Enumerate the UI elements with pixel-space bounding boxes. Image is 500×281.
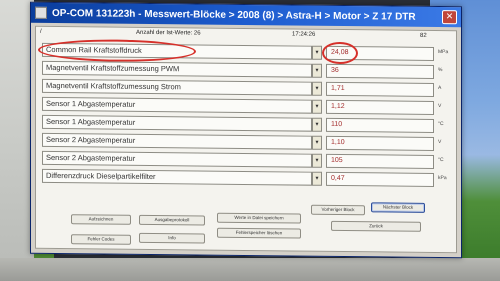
parameter-select[interactable]: Sensor 2 Abgastemperatur <box>42 132 312 150</box>
parameter-value: 1,10 <box>326 135 434 151</box>
opcom-window: OP-COM 131223h - Messwert-Blöcke > 2008 … <box>30 1 462 259</box>
info-button[interactable]: Info <box>139 232 205 244</box>
parameter-select[interactable]: Sensor 1 Abgastemperatur <box>42 114 312 132</box>
app-icon <box>35 6 47 19</box>
parameter-unit: °C <box>438 121 444 128</box>
parameter-unit: V <box>438 139 442 146</box>
close-button[interactable]: ✕ <box>442 10 457 25</box>
chevron-down-icon[interactable]: ▾ <box>312 135 322 150</box>
window-title: OP-COM 131223h - Messwert-Blöcke > 2008 … <box>52 7 416 23</box>
parameter-unit: kPa <box>438 175 447 182</box>
parameter-select[interactable]: Differenzdruck Dieselpartikelfilter <box>42 168 312 186</box>
monitor-bezel <box>0 0 34 281</box>
parameter-unit: MPa <box>438 49 449 56</box>
highlight-circle <box>322 41 358 65</box>
values-count: Anzahl der Ist-Werte: 26 <box>136 29 201 37</box>
chevron-down-icon[interactable]: ▾ <box>312 153 322 168</box>
parameter-unit: V <box>438 103 442 110</box>
chevron-down-icon[interactable]: ▾ <box>312 99 322 114</box>
output-log-button[interactable]: Ausgabeprotokoll <box>139 214 205 226</box>
fault-codes-button[interactable]: Fehler Codes <box>71 234 131 245</box>
next-block-button[interactable]: Nächster Block <box>371 202 425 213</box>
previous-block-button[interactable]: Vorheriger Block <box>311 204 365 216</box>
parameter-unit: A <box>438 85 442 92</box>
info-marker: / <box>40 28 42 35</box>
info-right-value: 82 <box>420 32 427 39</box>
record-button[interactable]: Aufzeichnen <box>71 214 131 225</box>
parameter-select[interactable]: Sensor 2 Abgastemperatur <box>42 150 312 168</box>
parameter-value: 1,71 <box>326 81 434 97</box>
parameter-select[interactable]: Magnetventil Kraftstoffzumessung PWM <box>42 60 312 78</box>
parameter-value: 1,12 <box>326 99 434 115</box>
chevron-down-icon[interactable]: ▾ <box>312 117 322 132</box>
parameter-select[interactable]: Sensor 1 Abgastemperatur <box>42 96 312 114</box>
parameter-unit: °C <box>438 157 444 164</box>
back-button[interactable]: Zurück <box>331 220 421 232</box>
value-list: Common Rail Kraftstoffdruck ▾ 24,08 MPa … <box>38 38 458 189</box>
clear-fault-memory-button[interactable]: Fehlerspeicher löschen <box>217 227 301 239</box>
chevron-down-icon[interactable]: ▾ <box>312 81 322 96</box>
timestamp: 17:24:26 <box>292 31 316 38</box>
parameter-unit: % <box>438 67 443 74</box>
parameter-value: 0,47 <box>326 171 434 187</box>
title-bar[interactable]: OP-COM 131223h - Messwert-Blöcke > 2008 … <box>31 2 461 28</box>
save-values-button[interactable]: Werte in Datei speichern <box>217 212 301 224</box>
chevron-down-icon[interactable]: ▾ <box>312 63 322 78</box>
parameter-value: 105 <box>326 153 434 169</box>
parameter-select[interactable]: Magnetventil Kraftstoffzumessung Strom <box>42 78 312 96</box>
chevron-down-icon[interactable]: ▾ <box>312 45 322 60</box>
parameter-value: 36 <box>326 63 434 79</box>
value-row: Differenzdruck Dieselpartikelfilter ▾ 0,… <box>42 167 458 189</box>
parameter-value: 110 <box>326 117 434 133</box>
chevron-down-icon[interactable]: ▾ <box>312 171 322 186</box>
monitor-bezel-bottom <box>0 258 500 281</box>
